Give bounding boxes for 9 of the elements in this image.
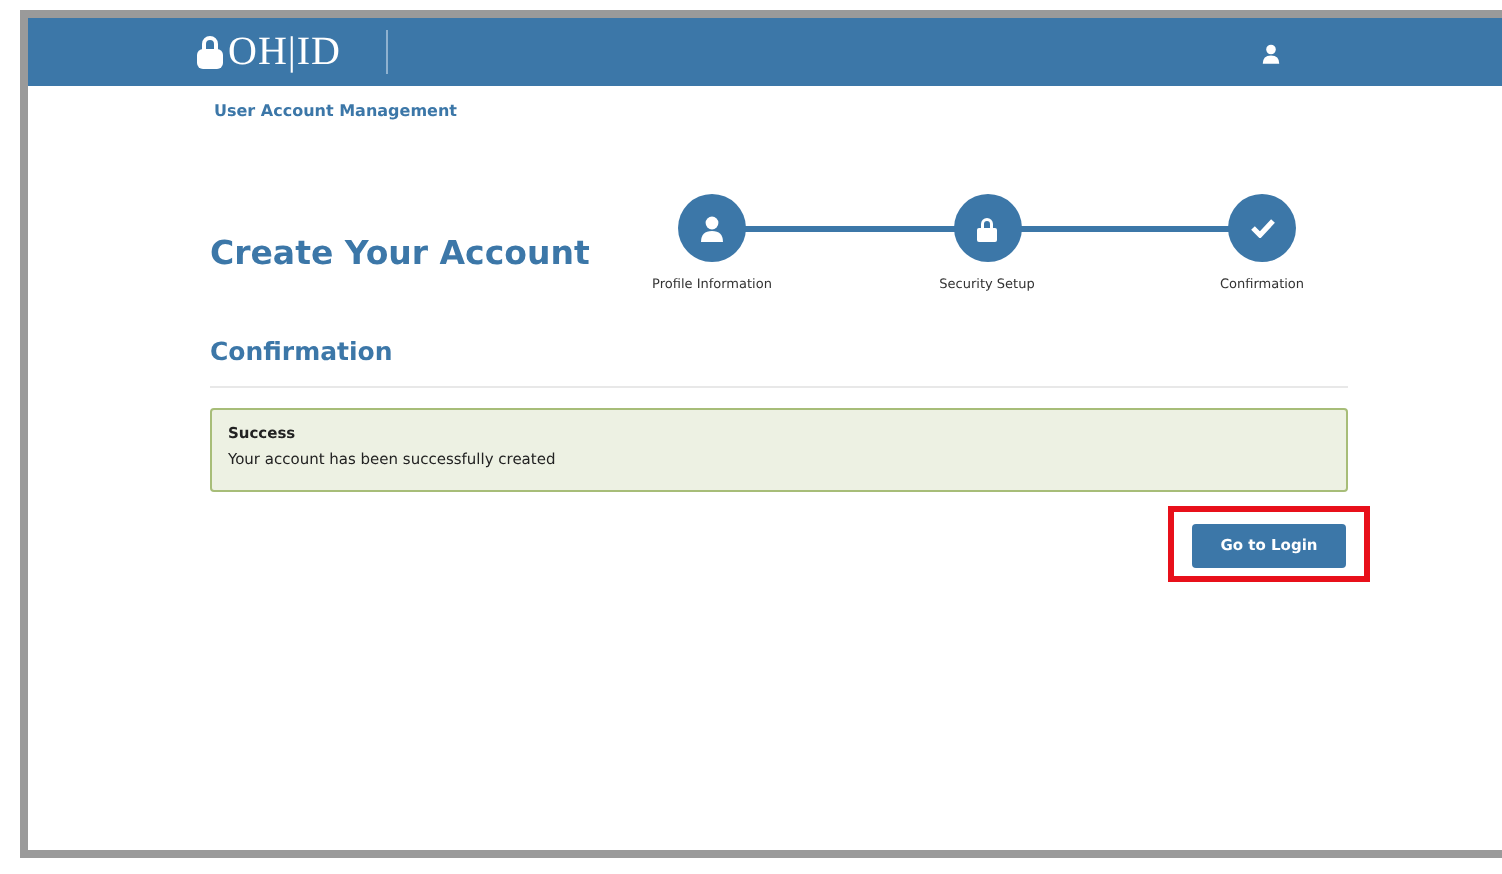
user-icon[interactable] bbox=[1262, 44, 1280, 64]
lock-icon bbox=[196, 34, 224, 70]
section-title: Confirmation bbox=[210, 336, 393, 366]
person-icon bbox=[700, 215, 724, 241]
lock-icon bbox=[976, 215, 998, 241]
logo[interactable]: OH|ID bbox=[228, 29, 341, 75]
page-title: Create Your Account bbox=[210, 234, 592, 272]
app-name[interactable]: User Account Management bbox=[214, 102, 457, 120]
checkmark-icon bbox=[1249, 218, 1275, 238]
